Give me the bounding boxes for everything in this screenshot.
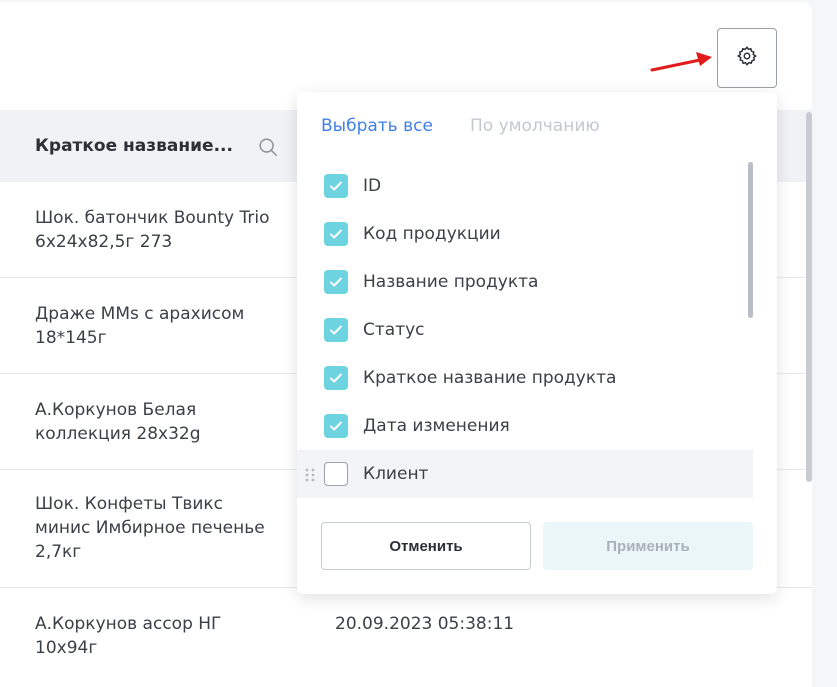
gear-icon	[736, 45, 758, 71]
product-name-cell: А.Коркунов ассор НГ 10x94г	[35, 614, 222, 658]
checkbox-checked[interactable]	[324, 366, 348, 390]
checkbox-checked[interactable]	[324, 318, 348, 342]
check-icon	[330, 325, 342, 335]
annotation-arrow-icon	[650, 52, 712, 72]
check-icon	[330, 229, 342, 239]
checkbox-unchecked[interactable]	[324, 462, 348, 486]
settings-button[interactable]	[717, 28, 777, 88]
column-option-product-name[interactable]: Название продукта	[297, 258, 753, 306]
column-option-date-changed[interactable]: Дата изменения	[297, 402, 753, 450]
cancel-button[interactable]: Отменить	[321, 522, 531, 570]
search-icon[interactable]	[257, 136, 279, 162]
check-icon	[330, 277, 342, 287]
date-changed-cell: 20.09.2023 05:38:11	[335, 614, 515, 634]
column-option-label: Краткое название продукта	[363, 368, 617, 388]
column-option-client[interactable]: Клиент	[297, 450, 753, 498]
column-option-label: Клиент	[363, 464, 429, 484]
product-name-cell: А.Коркунов Белая коллекция 28x32g	[35, 400, 201, 444]
checkbox-checked[interactable]	[324, 270, 348, 294]
popup-scrollbar[interactable]	[748, 162, 753, 318]
table-row[interactable]: А.Коркунов ассор НГ 10x94г 20.09.2023 05…	[0, 588, 812, 687]
column-option-label: Статус	[363, 320, 425, 340]
default-link[interactable]: По умолчанию	[470, 116, 600, 136]
column-settings-popup: Выбрать все По умолчанию ID Код продукци…	[297, 92, 777, 594]
column-option-label: ID	[363, 176, 382, 196]
drag-handle-icon[interactable]	[305, 467, 315, 486]
column-option-label: Дата изменения	[363, 416, 510, 436]
page: Краткое название... Шок. батончик Bounty…	[0, 0, 837, 687]
checkbox-checked[interactable]	[324, 222, 348, 246]
select-all-link[interactable]: Выбрать все	[321, 116, 433, 136]
column-option-id[interactable]: ID	[297, 162, 753, 210]
check-icon	[330, 373, 342, 383]
column-option-label: Название продукта	[363, 272, 539, 292]
column-option-label: Код продукции	[363, 224, 501, 244]
check-icon	[330, 421, 342, 431]
checkbox-checked[interactable]	[324, 414, 348, 438]
checkbox-checked[interactable]	[324, 174, 348, 198]
product-name-cell: Драже MMs с арахисом 18*145г	[35, 304, 245, 348]
column-option-status[interactable]: Статус	[297, 306, 753, 354]
product-name-cell: Шок. Конфеты Твикс минис Имбирное печень…	[35, 494, 265, 562]
product-name-cell: Шок. батончик Bounty Trio 6x24x82,5г 273	[35, 208, 270, 252]
table-scrollbar[interactable]	[806, 112, 812, 482]
check-icon	[330, 181, 342, 191]
column-header-short-name[interactable]: Краткое название...	[35, 136, 233, 156]
column-option-product-code[interactable]: Код продукции	[297, 210, 753, 258]
apply-button[interactable]: Применить	[543, 522, 753, 570]
column-option-short-name[interactable]: Краткое название продукта	[297, 354, 753, 402]
